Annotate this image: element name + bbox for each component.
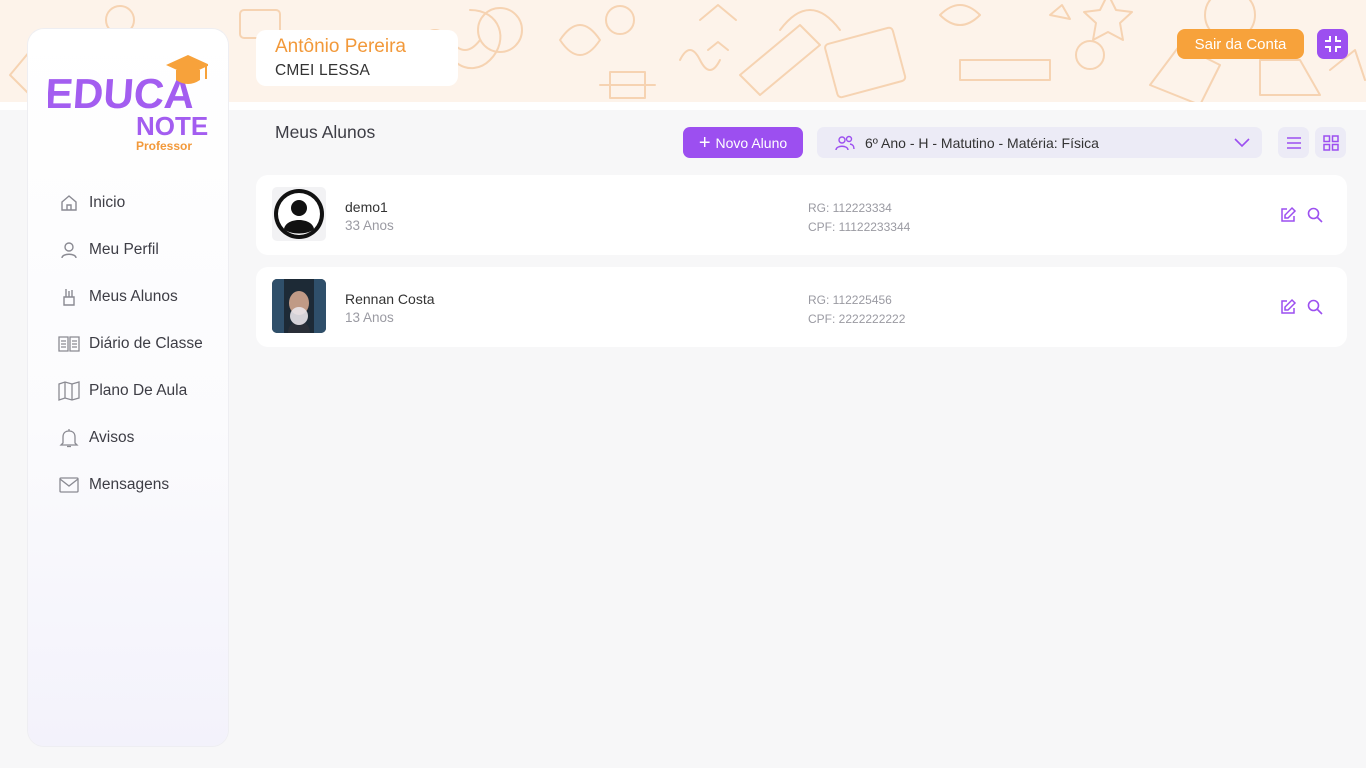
avatar bbox=[272, 279, 326, 333]
student-rg: RG: 112223334 bbox=[808, 201, 892, 215]
sidebar-item-label: Mensagens bbox=[89, 475, 170, 493]
student-name: demo1 bbox=[345, 199, 388, 215]
class-select-value: 6º Ano - H - Matutino - Matéria: Física bbox=[865, 134, 1099, 151]
sidebar-item-label: Meu Perfil bbox=[89, 240, 159, 258]
book-icon bbox=[58, 333, 80, 355]
user-icon bbox=[58, 239, 80, 261]
student-card: Rennan Costa 13 Anos RG: 112225456 CPF: … bbox=[256, 267, 1347, 347]
student-name: Rennan Costa bbox=[345, 291, 435, 307]
search-icon[interactable] bbox=[1306, 206, 1324, 224]
logo-word-note: NOTE bbox=[136, 111, 208, 141]
student-cpf: CPF: 2222222222 bbox=[808, 312, 906, 326]
mail-icon bbox=[58, 474, 80, 496]
sidebar-nav: Inicio Meu Perfil Meus Alunos Diário de … bbox=[28, 179, 228, 508]
logo-word-educa: EDUCA bbox=[48, 70, 196, 117]
new-student-label: Novo Aluno bbox=[715, 134, 788, 151]
grid-view-button[interactable] bbox=[1315, 127, 1346, 158]
logout-button[interactable]: Sair da Conta bbox=[1177, 29, 1304, 59]
sidebar-item-label: Plano De Aula bbox=[89, 381, 188, 399]
sidebar-item-label: Inicio bbox=[89, 193, 126, 211]
grid-icon bbox=[1322, 134, 1339, 151]
logo-word-professor: Professor bbox=[136, 139, 192, 153]
edit-icon[interactable] bbox=[1279, 206, 1297, 224]
student-card: demo1 33 Anos RG: 112223334 CPF: 1112223… bbox=[256, 175, 1347, 255]
sidebar-item-meu-perfil[interactable]: Meu Perfil bbox=[28, 226, 228, 273]
pencils-icon bbox=[58, 286, 80, 308]
exit-fullscreen-button[interactable] bbox=[1317, 29, 1348, 59]
sidebar-item-mensagens[interactable]: Mensagens bbox=[28, 461, 228, 508]
page-title: Meus Alunos bbox=[275, 122, 376, 142]
avatar bbox=[272, 187, 326, 241]
list-icon bbox=[1286, 136, 1301, 149]
class-select[interactable]: 6º Ano - H - Matutino - Matéria: Física bbox=[817, 127, 1262, 158]
default-avatar-icon bbox=[272, 187, 326, 241]
chevron-down-icon bbox=[1234, 137, 1250, 147]
search-icon[interactable] bbox=[1306, 298, 1324, 316]
sidebar-item-plano-de-aula[interactable]: Plano De Aula bbox=[28, 367, 228, 414]
student-photo bbox=[272, 279, 326, 333]
sidebar-item-inicio[interactable]: Inicio bbox=[28, 179, 228, 226]
sidebar: EDUCA NOTE Professor Inicio Meu Perfil M… bbox=[28, 29, 228, 746]
educanote-logo: EDUCA NOTE Professor bbox=[44, 53, 210, 153]
bell-icon bbox=[58, 427, 80, 449]
map-icon bbox=[58, 380, 80, 402]
sidebar-item-label: Meus Alunos bbox=[89, 287, 178, 305]
sidebar-item-label: Avisos bbox=[89, 428, 135, 446]
home-icon bbox=[58, 192, 80, 214]
sidebar-item-meus-alunos[interactable]: Meus Alunos bbox=[28, 273, 228, 320]
user-card: Antônio Pereira CMEI LESSA bbox=[256, 30, 458, 86]
plus-icon: + bbox=[698, 131, 711, 154]
student-cpf: CPF: 11122233344 bbox=[808, 220, 911, 234]
user-name: Antônio Pereira bbox=[275, 36, 406, 57]
new-student-button[interactable]: + Novo Aluno bbox=[683, 127, 803, 158]
sidebar-item-diario-de-classe[interactable]: Diário de Classe bbox=[28, 320, 228, 367]
list-view-button[interactable] bbox=[1278, 127, 1309, 158]
sidebar-item-label: Diário de Classe bbox=[89, 334, 203, 352]
student-rg: RG: 112225456 bbox=[808, 293, 892, 307]
sidebar-item-avisos[interactable]: Avisos bbox=[28, 414, 228, 461]
student-age: 13 Anos bbox=[345, 310, 394, 325]
users-icon bbox=[835, 135, 855, 150]
student-age: 33 Anos bbox=[345, 218, 394, 233]
edit-icon[interactable] bbox=[1279, 298, 1297, 316]
user-school: CMEI LESSA bbox=[275, 62, 371, 79]
minimize-icon bbox=[1324, 36, 1341, 52]
